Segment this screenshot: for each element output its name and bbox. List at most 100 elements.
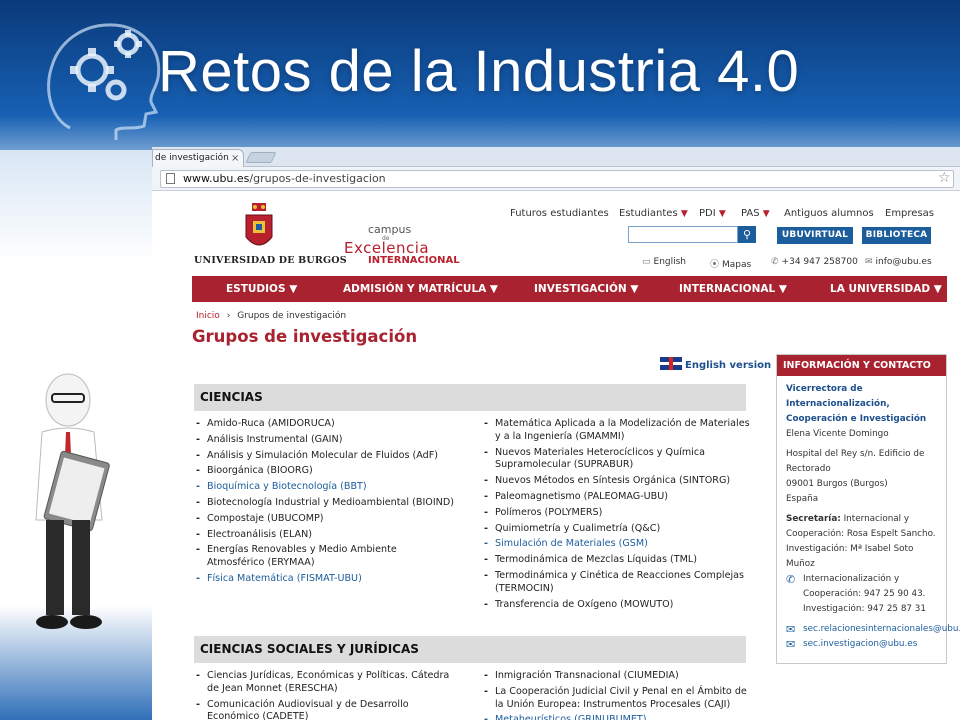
new-tab-button[interactable] bbox=[245, 152, 277, 163]
research-group-item: Nuevos Materiales Heterocíclicos y Quími… bbox=[482, 447, 750, 473]
nav-la-universidad[interactable]: LA UNIVERSIDAD ▼ bbox=[830, 276, 942, 302]
email-link[interactable]: ✉ info@ubu.es bbox=[865, 257, 932, 267]
research-group-item: Matemática Aplicada a la Modelización de… bbox=[482, 418, 750, 444]
sidebar-person: Elena Vicente Domingo bbox=[786, 429, 889, 439]
research-group-item: Termodinámica de Mezclas Líquidas (TML) bbox=[482, 554, 750, 567]
toplink-label: Estudiantes bbox=[619, 208, 678, 219]
uk-flag-icon: ▭ bbox=[642, 257, 651, 267]
uk-flag-icon bbox=[660, 357, 682, 370]
nav-internacional[interactable]: INTERNACIONAL ▼ bbox=[679, 276, 787, 302]
phone-link[interactable]: ✆ +34 947 258700 bbox=[771, 257, 858, 267]
english-version-link[interactable]: English version bbox=[660, 357, 771, 371]
dropdown-arrow-icon: ▼ bbox=[680, 209, 688, 219]
research-group-item: Polímeros (POLYMERS) bbox=[482, 507, 750, 520]
sidebar-country: España bbox=[786, 494, 819, 504]
tab-close-icon[interactable]: × bbox=[231, 153, 239, 165]
group-list-right: Matemática Aplicada a la Modelización de… bbox=[482, 418, 750, 614]
research-group-item: Termodinámica y Cinética de Reacciones C… bbox=[482, 570, 750, 596]
university-name: UNIVERSIDAD DE BURGOS bbox=[194, 255, 347, 266]
toplink-pdi[interactable]: PDI ▼ bbox=[699, 208, 726, 219]
tab-active[interactable]: de investigación × bbox=[152, 149, 244, 167]
toplink-label: Antiguos alumnos bbox=[784, 208, 874, 219]
mapas-link[interactable]: ⦿ Mapas bbox=[710, 257, 751, 270]
toplink-empresas[interactable]: Empresas bbox=[885, 208, 934, 219]
research-group-item: Nuevos Métodos en Síntesis Orgánica (SIN… bbox=[482, 475, 750, 488]
breadcrumb-separator: › bbox=[226, 311, 231, 321]
research-group-item: Comunicación Audiovisual y de Desarrollo… bbox=[194, 699, 454, 720]
english-label: English bbox=[653, 257, 687, 267]
secretaria-label: Secretaría: bbox=[786, 514, 841, 524]
group-list-left: Amido-Ruca (AMIDORUCA) Análisis Instrumen… bbox=[194, 418, 454, 589]
research-group-item: Amido-Ruca (AMIDORUCA) bbox=[194, 418, 454, 431]
sidebar-title: INFORMACIÓN Y CONTACTO bbox=[777, 355, 946, 376]
head-gears-icon bbox=[47, 23, 161, 140]
research-group-item[interactable]: Metaheurísticos (GRINUBUMET) bbox=[482, 714, 750, 720]
university-crest-icon bbox=[245, 203, 273, 246]
research-group-item: Quimiometría y Cualimetría (Q&C) bbox=[482, 523, 750, 536]
research-group-item: Análisis y Simulación Molecular de Fluid… bbox=[194, 450, 454, 463]
phone-label: +34 947 258700 bbox=[781, 257, 858, 267]
phone-icon: ✆ bbox=[786, 573, 796, 586]
section-header-ciencias: CIENCIAS bbox=[194, 384, 746, 411]
address-bar: www.ubu.es/grupos-de-investigacion ☆ bbox=[152, 167, 960, 191]
doctor-figure-icon bbox=[35, 373, 110, 629]
dropdown-arrow-icon: ▼ bbox=[762, 209, 770, 219]
research-group-item: Energías Renovables y Medio Ambiente Atm… bbox=[194, 544, 454, 570]
toplink-antiguos-alumnos[interactable]: Antiguos alumnos bbox=[784, 208, 874, 219]
section-header-ciencias-sociales: CIENCIAS SOCIALES Y JURÍDICAS bbox=[194, 636, 746, 663]
toplink-label: Empresas bbox=[885, 208, 934, 219]
mail-icon: ✉ bbox=[865, 257, 873, 267]
phone-icon: ✆ bbox=[771, 257, 779, 267]
mail-icon: ✉ bbox=[786, 638, 796, 651]
toplink-label: PDI bbox=[699, 208, 716, 219]
email-2-text: sec.investigacion@ubu.es bbox=[803, 639, 918, 649]
dropdown-arrow-icon: ▼ bbox=[718, 209, 726, 219]
breadcrumb: Inicio › Grupos de investigación bbox=[196, 311, 346, 321]
sidebar-city: 09001 Burgos (Burgos) bbox=[786, 479, 888, 489]
map-pin-icon: ⦿ bbox=[710, 260, 720, 270]
biblioteca-button[interactable]: BIBLIOTECA bbox=[862, 227, 931, 244]
nav-investigacion[interactable]: INVESTIGACIÓN ▼ bbox=[534, 276, 638, 302]
research-group-item: Ciencias Jurídicas, Económicas y Polític… bbox=[194, 670, 454, 696]
mapas-label: Mapas bbox=[722, 260, 752, 270]
email-1-text: sec.relacionesinternacionales@ubu.es bbox=[803, 624, 960, 634]
phones-text: Internacionalización y Cooperación: 947 … bbox=[803, 574, 926, 614]
research-group-item[interactable]: Física Matemática (FISMAT-UBU) bbox=[194, 573, 454, 586]
mail-icon: ✉ bbox=[786, 623, 796, 636]
english-link[interactable]: ▭ English bbox=[642, 257, 686, 267]
main-nav: ESTUDIOS ▼ ADMISIÓN Y MATRÍCULA ▼ INVEST… bbox=[192, 276, 947, 302]
nav-estudios[interactable]: ESTUDIOS ▼ bbox=[226, 276, 297, 302]
research-group-item: Electroanálisis (ELAN) bbox=[194, 529, 454, 542]
url-domain: www.ubu.es bbox=[183, 172, 250, 185]
sidebar-email-1[interactable]: ✉ sec.relacionesinternacionales@ubu.es bbox=[786, 622, 960, 637]
breadcrumb-current: Grupos de investigación bbox=[237, 311, 347, 321]
page-title: Grupos de investigación bbox=[192, 327, 418, 346]
campus-line4: INTERNACIONAL bbox=[368, 255, 460, 266]
search-icon[interactable]: ⚲ bbox=[738, 226, 756, 243]
toplink-estudiantes[interactable]: Estudiantes ▼ bbox=[619, 208, 688, 219]
group-list-left: Ciencias Jurídicas, Económicas y Polític… bbox=[194, 670, 454, 720]
nav-admision[interactable]: ADMISIÓN Y MATRÍCULA ▼ bbox=[343, 276, 498, 302]
toplink-futuros-estudiantes[interactable]: Futuros estudiantes bbox=[510, 208, 609, 219]
url-field[interactable]: www.ubu.es/grupos-de-investigacion bbox=[160, 170, 954, 188]
bookmark-star-icon[interactable]: ☆ bbox=[938, 169, 951, 187]
ubuvirtual-button[interactable]: UBUVIRTUAL bbox=[777, 227, 853, 244]
research-group-item: Paleomagnetismo (PALEOMAG-UBU) bbox=[482, 491, 750, 504]
contact-sidebar: INFORMACIÓN Y CONTACTO Vicerrectora de I… bbox=[776, 354, 960, 664]
toplink-label: PAS bbox=[741, 208, 760, 219]
english-version-label: English version bbox=[685, 360, 772, 371]
sidebar-secretaria: Secretaría: Internacional y Cooperación:… bbox=[786, 512, 940, 572]
group-list-right: Inmigración Transnacional (CIUMEDIA) La C… bbox=[482, 670, 750, 720]
sidebar-email-2[interactable]: ✉ sec.investigacion@ubu.es bbox=[786, 637, 940, 652]
sidebar-phones: ✆ Internacionalización y Cooperación: 947… bbox=[786, 572, 940, 617]
research-group-item: La Cooperación Judicial Civil y Penal en… bbox=[482, 686, 750, 712]
research-group-item: Compostaje (UBUCOMP) bbox=[194, 513, 454, 526]
research-group-item[interactable]: Bioquímica y Biotecnología (BBT) bbox=[194, 481, 454, 494]
research-group-item[interactable]: Simulación de Materiales (GSM) bbox=[482, 538, 750, 551]
toplink-pas[interactable]: PAS ▼ bbox=[741, 208, 770, 219]
research-group-item: Inmigración Transnacional (CIUMEDIA) bbox=[482, 670, 750, 683]
email-label: info@ubu.es bbox=[875, 257, 932, 267]
search-input[interactable] bbox=[628, 226, 738, 243]
url-path: /grupos-de-investigacion bbox=[249, 172, 386, 185]
breadcrumb-home[interactable]: Inicio bbox=[196, 311, 220, 321]
